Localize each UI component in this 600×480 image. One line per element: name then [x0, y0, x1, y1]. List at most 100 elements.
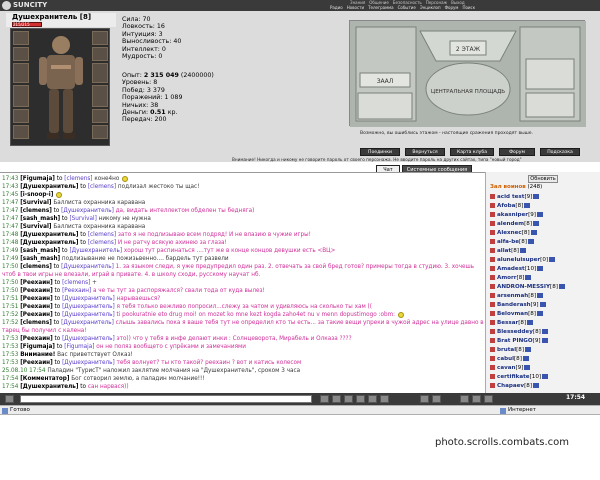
user-info-icon[interactable]	[490, 239, 495, 244]
user-item[interactable]: akasniper[9]	[490, 211, 600, 220]
send-icon[interactable]	[320, 395, 329, 403]
chat-log[interactable]: 17:43 [Figumaja] to [clemens] коне4но 17…	[0, 172, 485, 392]
filter-icon[interactable]	[356, 395, 365, 403]
user-item[interactable]: Banderash[9]	[490, 301, 600, 310]
chat-message[interactable]: 17:50 [Реехаин] to [Реехаин] а че ты тут…	[2, 287, 485, 295]
user-info-icon[interactable]	[490, 284, 495, 289]
user-name[interactable]: Belovman	[497, 311, 528, 317]
equip-slot[interactable]	[92, 125, 108, 139]
user-item[interactable]: Brat PINGO[9]	[490, 337, 600, 346]
equip-slot[interactable]	[92, 31, 108, 45]
message-author[interactable]: [Душехранитель]	[20, 240, 78, 246]
user-name[interactable]: Afoba	[497, 203, 515, 209]
user-name[interactable]: Blesseddey	[497, 329, 533, 335]
equip-slot[interactable]	[13, 85, 29, 107]
chat-message[interactable]: 17:53 Внимание! Вас приветствует Олказ!	[2, 351, 485, 359]
message-author[interactable]: [Реехаин]	[20, 360, 53, 366]
user-name[interactable]: alfa-be	[497, 239, 519, 245]
message-author[interactable]: [i-snoop-i]	[20, 192, 53, 198]
user-info-icon[interactable]	[490, 356, 495, 361]
chat-message[interactable]: 17:53 [Реехаин] to [Душехранитель] это))…	[2, 335, 485, 343]
message-author[interactable]: [Душехранитель]	[20, 384, 78, 390]
user-item[interactable]: Alexnec[8]	[490, 229, 600, 238]
message-author[interactable]: [Комментатор]	[20, 376, 69, 382]
message-author[interactable]: [Survival]	[20, 200, 51, 206]
message-author[interactable]: [Figumaja]	[20, 344, 55, 350]
user-item[interactable]: brutal[8]	[490, 346, 600, 355]
chat-message[interactable]: 17:47 [clemens] to [Душехранитель] да, в…	[2, 207, 485, 215]
equip-slot[interactable]	[92, 85, 108, 107]
message-target[interactable]: [clemens]	[62, 280, 90, 286]
user-item[interactable]: alendem[8]	[490, 220, 600, 229]
message-author[interactable]: [Реехаин]	[20, 304, 53, 310]
message-target[interactable]: [Душехранитель]	[62, 296, 115, 302]
chat-message[interactable]: 17:54 [Душехранитель] to извини) но хами…	[2, 391, 485, 392]
private-icon[interactable]	[460, 395, 469, 403]
chat-message[interactable]: 17:54 [Душехранитель] to сан нарвася))	[2, 383, 485, 391]
message-target[interactable]: [Figumaja]	[64, 344, 94, 350]
user-item[interactable]: acid test[9]	[490, 193, 600, 202]
message-author[interactable]: [Душехранитель]	[20, 184, 78, 190]
user-info-icon[interactable]	[490, 266, 495, 271]
chat-message[interactable]: 17:49 [sash_mash] подлизывание не пожизь…	[2, 255, 485, 263]
user-info-icon[interactable]	[490, 230, 495, 235]
equip-slot[interactable]	[13, 63, 29, 83]
logo[interactable]: SUNCITY	[2, 0, 47, 11]
message-target[interactable]: [Душехранитель]	[61, 264, 114, 270]
user-info-icon[interactable]	[490, 374, 495, 379]
user-info-icon[interactable]	[490, 275, 495, 280]
character-name[interactable]: Душехранитель [8]	[12, 13, 91, 21]
chat-message[interactable]: 17:43 [Figumaja] to [clemens] коне4но	[2, 175, 485, 183]
user-info-icon[interactable]	[490, 365, 495, 370]
chat-message[interactable]: 17:49 [sash_mash] to [Душехранитель] хор…	[2, 247, 485, 255]
user-name[interactable]: Banderash	[497, 302, 531, 308]
message-target[interactable]: [clemens]	[88, 232, 116, 238]
message-target[interactable]: [Душехранитель]	[62, 336, 115, 342]
user-info-icon[interactable]	[490, 257, 495, 262]
message-author[interactable]: [sash_mash]	[20, 256, 60, 262]
user-item[interactable]: Belovman[8]	[490, 310, 600, 319]
chat-message[interactable]: 17:52 [clemens] to [Душехранитель] слышь…	[2, 319, 485, 335]
user-name[interactable]: Amadest	[497, 266, 525, 272]
user-item[interactable]: Afoba[8]	[490, 202, 600, 211]
options-icon[interactable]	[420, 395, 429, 403]
user-info-icon[interactable]	[490, 347, 495, 352]
user-info-icon[interactable]	[490, 383, 495, 388]
user-item[interactable]: arsenmah[8]	[490, 292, 600, 301]
message-target[interactable]: [Душехранитель]	[62, 312, 115, 318]
user-name[interactable]: Bessar	[497, 320, 518, 326]
message-author[interactable]: [Figumaja]	[20, 176, 55, 182]
message-target[interactable]: [clemens]	[88, 184, 116, 190]
user-info-icon[interactable]	[490, 302, 495, 307]
user-item[interactable]: certifikate[10]	[490, 373, 600, 382]
user-name[interactable]: cabul	[497, 356, 514, 362]
message-author[interactable]: [Реехаин]	[20, 280, 53, 286]
user-name[interactable]: acid test	[497, 194, 524, 200]
equip-slot[interactable]	[92, 109, 108, 123]
user-item[interactable]: cavan[9]	[490, 364, 600, 373]
chat-message[interactable]: 17:51 [Реехаин] to [Душехранитель] я теб…	[2, 303, 485, 311]
chat-message[interactable]: 17:53 [Figumaja] to [Figumaja] он не пол…	[2, 343, 485, 351]
user-name[interactable]: allat	[497, 248, 511, 254]
sys-icon[interactable]	[472, 395, 481, 403]
chat-message[interactable]: 17:50 [Реехаин] to [clemens] +	[2, 279, 485, 287]
equip-slot[interactable]	[13, 31, 29, 45]
user-item[interactable]: Amorr[8]	[490, 274, 600, 283]
chat-message[interactable]: 17:45 [i-snoop-i]	[2, 191, 485, 199]
user-item[interactable]: Amadest[10]	[490, 265, 600, 274]
message-author[interactable]: [Реехаин]	[20, 288, 53, 294]
user-name[interactable]: cavan	[497, 365, 516, 371]
chat-message[interactable]: 17:48 [Душехранитель] to [clemens] зато …	[2, 231, 485, 239]
user-name[interactable]: aluneluisuper	[497, 257, 540, 263]
nav-item[interactable]: Событие	[398, 5, 416, 10]
nav-item[interactable]: Радио	[330, 5, 343, 10]
message-author[interactable]: [Реехаин]	[20, 336, 53, 342]
user-item[interactable]: Chapaev[8]	[490, 382, 600, 391]
user-item[interactable]: allat[8]	[490, 247, 600, 256]
user-item[interactable]: alfa-be[8]	[490, 238, 600, 247]
user-info-icon[interactable]	[490, 194, 495, 199]
user-name[interactable]: brutal	[497, 347, 516, 353]
forum-button[interactable]: Форум	[499, 148, 535, 156]
user-item[interactable]: Bessar[8]	[490, 319, 600, 328]
message-author[interactable]: [Реехаин]	[20, 312, 53, 318]
